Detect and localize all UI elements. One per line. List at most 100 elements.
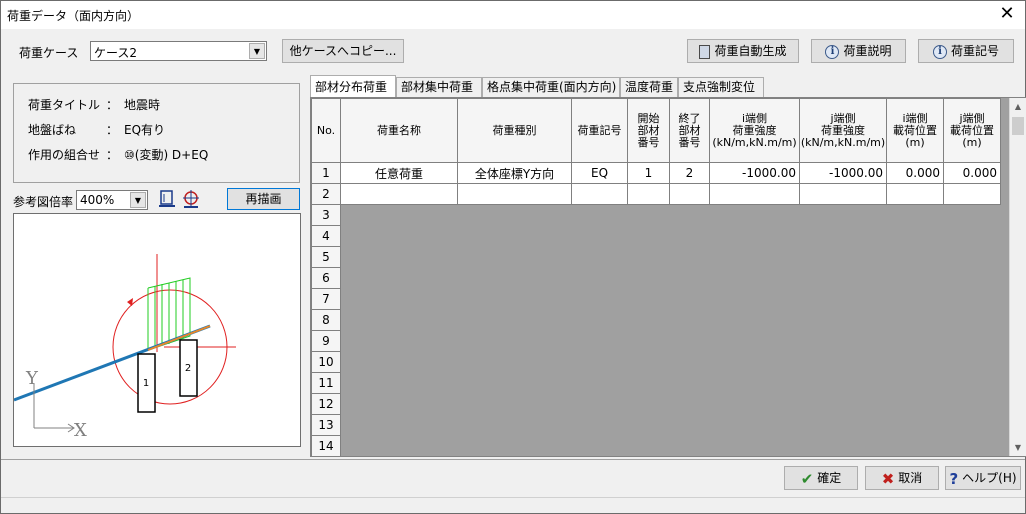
table-cell <box>669 309 710 331</box>
table-cell <box>571 393 628 415</box>
table-cell <box>457 267 572 289</box>
chevron-down-icon[interactable]: ▼ <box>130 192 146 208</box>
table-row: 3 <box>311 204 1001 226</box>
row-number: 9 <box>311 330 341 352</box>
table-cell[interactable] <box>799 183 887 205</box>
table-cell <box>943 330 1001 352</box>
col-header-j-intensity: j端側 荷重強度 (kN/m,kN.m/m) <box>799 98 887 163</box>
table-cell[interactable] <box>571 183 628 205</box>
table-cell[interactable] <box>886 183 944 205</box>
redraw-button[interactable]: 再描画 <box>227 188 300 210</box>
table-cell <box>799 288 887 310</box>
table-cell <box>627 351 670 373</box>
table-cell[interactable] <box>627 183 670 205</box>
help-button[interactable]: ? ヘルプ(H) <box>945 466 1021 490</box>
cell-j-intensity[interactable]: -1000.00 <box>799 162 887 184</box>
scroll-down-icon[interactable]: ▼ <box>1010 439 1026 456</box>
tab-member-distributed[interactable]: 部材分布荷重 <box>310 75 396 97</box>
table-cell[interactable] <box>457 183 572 205</box>
table-cell <box>627 204 670 226</box>
table-cell <box>943 435 1001 456</box>
window-title: 荷重データ（面内方向） <box>7 9 140 23</box>
scale-select[interactable]: 400% ▼ <box>76 190 148 210</box>
cell-i-position[interactable]: 0.000 <box>886 162 944 184</box>
table-cell <box>669 351 710 373</box>
cancel-button[interactable]: ✖ 取消 <box>865 466 939 490</box>
table-cell[interactable] <box>340 183 458 205</box>
table-cell <box>886 225 944 247</box>
ok-button[interactable]: ✔ 確定 <box>784 466 858 490</box>
scroll-thumb[interactable] <box>1012 117 1024 135</box>
auto-generate-load-button[interactable]: 荷重自動生成 <box>687 39 799 63</box>
table-header-row: No. 荷重名称 荷重種別 荷重記号 開始 部材 番号 終了 部材 番号 i端側 荷重強度… <box>311 98 1001 163</box>
table-row: 10 <box>311 351 1001 373</box>
table-cell <box>340 246 458 268</box>
load-description-button[interactable]: i 荷重説明 <box>811 39 906 63</box>
table-cell <box>669 372 710 394</box>
table-cell <box>943 351 1001 373</box>
table-cell[interactable] <box>943 183 1001 205</box>
distributed-load-arrows <box>147 277 191 351</box>
tab-support-displacement[interactable]: 支点強制変位 <box>678 77 764 97</box>
member-1-label: 1 <box>143 378 149 389</box>
table-row: 4 <box>311 225 1001 247</box>
load-case-label: 荷重ケース <box>19 46 79 60</box>
row-number: 14 <box>311 435 341 456</box>
table-cell <box>457 414 572 436</box>
close-icon[interactable]: ✕ <box>997 4 1017 24</box>
table-cell <box>943 414 1001 436</box>
table-cell <box>340 330 458 352</box>
load-info-panel: 荷重タイトル ： 地震時 地盤ばね ： EQ有り 作用の組合せ ： ⑩(変動) … <box>13 83 300 183</box>
table-cell <box>571 330 628 352</box>
table-cell <box>627 330 670 352</box>
action-combination-value: ⑩(変動) D+EQ <box>124 148 209 162</box>
ok-label: 確定 <box>817 471 842 485</box>
checkmark-icon: ✔ <box>800 469 814 488</box>
table-cell <box>799 309 887 331</box>
table-cell[interactable] <box>669 183 710 205</box>
chevron-down-icon[interactable]: ▼ <box>249 43 265 59</box>
table-cell <box>799 351 887 373</box>
row-number: 10 <box>311 351 341 373</box>
copy-to-other-case-button[interactable]: 他ケースへコピー... <box>282 39 404 63</box>
cell-j-position[interactable]: 0.000 <box>943 162 1001 184</box>
table-row: 11 <box>311 372 1001 394</box>
target-view-icon[interactable] <box>181 189 201 209</box>
table-cell <box>627 309 670 331</box>
cancel-label: 取消 <box>898 471 923 485</box>
grid-scrollbar[interactable]: ▲ ▼ <box>1009 98 1026 456</box>
load-grid: No. 荷重名称 荷重種別 荷重記号 開始 部材 番号 終了 部材 番号 i端側 荷重強度… <box>310 97 1026 457</box>
help-label: ヘルプ(H) <box>962 471 1017 485</box>
tab-temperature[interactable]: 温度荷重 <box>620 77 678 97</box>
tab-node-concentrated[interactable]: 格点集中荷重(面内方向) <box>482 77 620 97</box>
col-header-symbol: 荷重記号 <box>571 98 628 163</box>
row-number: 6 <box>311 267 341 289</box>
table-cell <box>571 351 628 373</box>
tab-member-concentrated[interactable]: 部材集中荷重 <box>396 77 482 97</box>
cell-i-intensity[interactable]: -1000.00 <box>709 162 800 184</box>
table-cell <box>669 393 710 415</box>
table-cell <box>457 351 572 373</box>
table-cell <box>943 309 1001 331</box>
cell-start-member[interactable]: 1 <box>627 162 670 184</box>
table-cell <box>457 204 572 226</box>
load-case-select[interactable]: ケース2 ▼ <box>90 41 267 61</box>
frame-view-icon[interactable] <box>158 189 176 209</box>
cell-end-member[interactable]: 2 <box>669 162 710 184</box>
table-cell <box>886 414 944 436</box>
load-title-label: 荷重タイトル <box>28 98 101 112</box>
calculator-icon <box>699 44 711 59</box>
scroll-up-icon[interactable]: ▲ <box>1010 98 1026 115</box>
table-cell[interactable] <box>709 183 800 205</box>
cell-load-symbol[interactable]: EQ <box>571 162 628 184</box>
col-header-name: 荷重名称 <box>340 98 458 163</box>
cell-load-name[interactable]: 任意荷重 <box>340 162 458 184</box>
table-cell <box>571 204 628 226</box>
load-symbol-button[interactable]: i 荷重記号 <box>918 39 1014 63</box>
table-cell <box>457 246 572 268</box>
table-cell <box>709 372 800 394</box>
table-cell <box>886 435 944 456</box>
col-header-no: No. <box>311 98 341 163</box>
table-cell <box>340 309 458 331</box>
cell-load-type[interactable]: 全体座標Y方向 <box>457 162 572 184</box>
